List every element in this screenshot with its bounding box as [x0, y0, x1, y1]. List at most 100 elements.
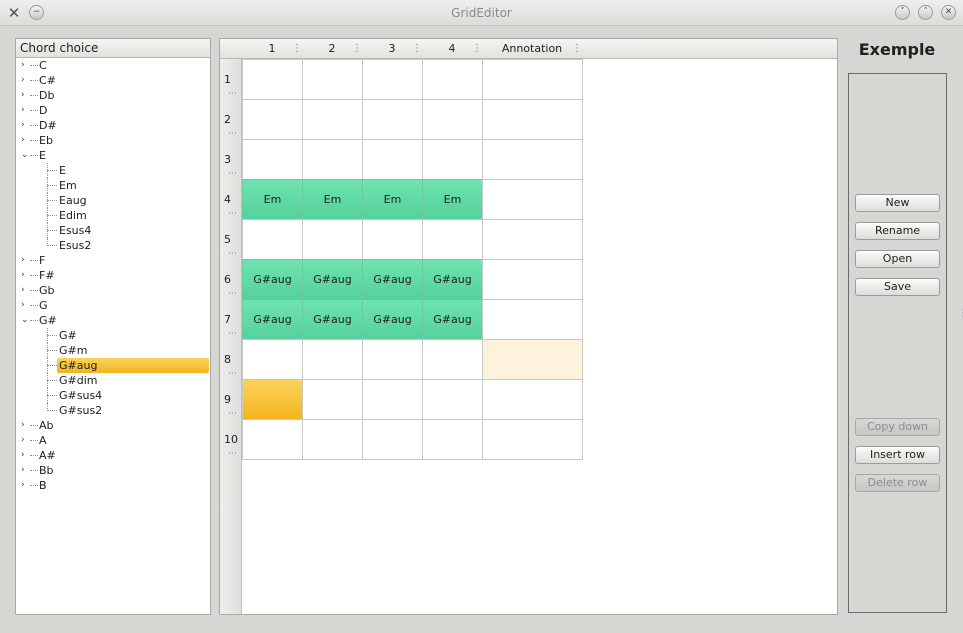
annotation-cell[interactable]: [482, 179, 583, 220]
copy-down-button[interactable]: Copy down: [855, 418, 940, 436]
column-resize-icon[interactable]: ⋮: [472, 39, 482, 59]
grid-cell[interactable]: [422, 59, 483, 100]
grid-cell[interactable]: [422, 339, 483, 380]
tree-item-e[interactable]: ⌄ E: [16, 148, 210, 163]
delete-row-button[interactable]: Delete row: [855, 474, 940, 492]
grid-cell[interactable]: G#aug: [422, 299, 483, 340]
column-header-3[interactable]: 3 ⋮: [362, 39, 423, 59]
column-resize-icon[interactable]: ⋮: [292, 39, 302, 59]
grid-cell[interactable]: [242, 59, 303, 100]
grid-cell[interactable]: G#aug: [242, 299, 303, 340]
column-header-1[interactable]: 1 ⋮: [242, 39, 303, 59]
grid-cell[interactable]: [362, 419, 423, 460]
annotation-cell[interactable]: [482, 139, 583, 180]
column-resize-icon[interactable]: ⋮: [572, 39, 582, 59]
minimize-icon[interactable]: ˅: [895, 5, 910, 20]
grid-cell[interactable]: Em: [422, 179, 483, 220]
row-header-2[interactable]: 2 ⋯: [220, 99, 242, 139]
column-header-annotation[interactable]: Annotation ⋮: [482, 39, 582, 59]
row-header-8[interactable]: 8 ⋯: [220, 339, 242, 379]
grid-cell[interactable]: [302, 139, 363, 180]
grid-cell[interactable]: [242, 99, 303, 140]
tree-chord-gsharpm[interactable]: G#m: [16, 343, 210, 358]
grid-cell[interactable]: [242, 139, 303, 180]
column-resize-icon[interactable]: ⋮: [412, 39, 422, 59]
annotation-cell[interactable]: [482, 219, 583, 260]
save-button[interactable]: Save: [855, 278, 940, 296]
tree-chord-gsharpdim[interactable]: G#dim: [16, 373, 210, 388]
tree-item-csharp[interactable]: › C#: [16, 73, 210, 88]
grid-cell[interactable]: [362, 139, 423, 180]
tree-item-gsharp[interactable]: ⌄ G#: [16, 313, 210, 328]
maximize-icon[interactable]: ˄: [918, 5, 933, 20]
row-header-7[interactable]: 7 ⋯: [220, 299, 242, 339]
row-header-6[interactable]: 6 ⋯: [220, 259, 242, 299]
chord-tree-header[interactable]: Chord choice: [16, 39, 210, 58]
grid-cell[interactable]: G#aug: [242, 259, 303, 300]
row-resize-icon[interactable]: ⋯: [228, 329, 237, 339]
tree-item-a[interactable]: › A: [16, 433, 210, 448]
grid-cell[interactable]: [302, 99, 363, 140]
row-resize-icon[interactable]: ⋯: [228, 449, 237, 459]
column-header-4[interactable]: 4 ⋮: [422, 39, 483, 59]
tree-item-b[interactable]: › B: [16, 478, 210, 493]
grid-cell[interactable]: Em: [242, 179, 303, 220]
column-header-2[interactable]: 2 ⋮: [302, 39, 363, 59]
row-header-9[interactable]: 9 ⋯: [220, 379, 242, 419]
annotation-cell[interactable]: [482, 379, 583, 420]
grid-cell[interactable]: [362, 219, 423, 260]
grid-cell[interactable]: G#aug: [362, 259, 423, 300]
open-button[interactable]: Open: [855, 250, 940, 268]
tree-item-g[interactable]: › G: [16, 298, 210, 313]
new-button[interactable]: New: [855, 194, 940, 212]
row-resize-icon[interactable]: ⋯: [228, 409, 237, 419]
tree-chord-esus2[interactable]: Esus2: [16, 238, 210, 253]
row-resize-icon[interactable]: ⋯: [228, 249, 237, 259]
resize-handle-icon[interactable]: ⋮: [958, 308, 963, 319]
rename-button[interactable]: Rename: [855, 222, 940, 240]
grid-cell[interactable]: [422, 379, 483, 420]
tree-item-db[interactable]: › Db: [16, 88, 210, 103]
grid-cell[interactable]: [362, 339, 423, 380]
chord-grid[interactable]: 1 ⋮ 2 ⋮ 3 ⋮ 4 ⋮ Annotation ⋮ 1 ⋯ 2 ⋯ 3 ⋯ 4 ⋯ 5 ⋯ 6 ⋯ 7 ⋯ 8 ⋯ 9 ⋯ 10…: [219, 38, 838, 615]
tree-item-ab[interactable]: › Ab: [16, 418, 210, 433]
grid-cell[interactable]: Em: [362, 179, 423, 220]
row-resize-icon[interactable]: ⋯: [228, 129, 237, 139]
row-resize-icon[interactable]: ⋯: [228, 169, 237, 179]
grid-cell[interactable]: Em: [302, 179, 363, 220]
tree-chord-gsharp[interactable]: G#: [16, 328, 210, 343]
row-header-10[interactable]: 10 ⋯: [220, 419, 242, 459]
tree-item-gb[interactable]: › Gb: [16, 283, 210, 298]
tree-chord-gsharpsus4[interactable]: G#sus4: [16, 388, 210, 403]
grid-cell[interactable]: [362, 99, 423, 140]
annotation-cell[interactable]: [482, 339, 583, 380]
insert-row-button[interactable]: Insert row: [855, 446, 940, 464]
grid-cell[interactable]: [242, 339, 303, 380]
column-resize-icon[interactable]: ⋮: [352, 39, 362, 59]
tree-item-eb[interactable]: › Eb: [16, 133, 210, 148]
close-icon[interactable]: ✕: [941, 5, 956, 20]
tree-item-bb[interactable]: › Bb: [16, 463, 210, 478]
row-resize-icon[interactable]: ⋯: [228, 209, 237, 219]
grid-cell[interactable]: G#aug: [302, 259, 363, 300]
tree-item-f[interactable]: › F: [16, 253, 210, 268]
row-header-3[interactable]: 3 ⋯: [220, 139, 242, 179]
grid-cell[interactable]: G#aug: [302, 299, 363, 340]
tree-chord-e[interactable]: E: [16, 163, 210, 178]
tree-chord-edim[interactable]: Edim: [16, 208, 210, 223]
grid-cell[interactable]: [302, 379, 363, 420]
grid-cell[interactable]: [242, 379, 303, 420]
row-header-1[interactable]: 1 ⋯: [220, 59, 242, 99]
grid-cell[interactable]: [302, 59, 363, 100]
tree-chord-gsharpsus2[interactable]: G#sus2: [16, 403, 210, 418]
grid-cell[interactable]: [422, 219, 483, 260]
title-bar[interactable]: ✕ − GridEditor ˅ ˄ ✕: [0, 0, 963, 26]
annotation-cell[interactable]: [482, 299, 583, 340]
tree-chord-eaug[interactable]: Eaug: [16, 193, 210, 208]
annotation-cell[interactable]: [482, 59, 583, 100]
row-resize-icon[interactable]: ⋯: [228, 369, 237, 379]
grid-cell[interactable]: G#aug: [362, 299, 423, 340]
tree-item-c[interactable]: › C: [16, 58, 210, 73]
grid-cell[interactable]: [302, 419, 363, 460]
tree-item-asharp[interactable]: › A#: [16, 448, 210, 463]
